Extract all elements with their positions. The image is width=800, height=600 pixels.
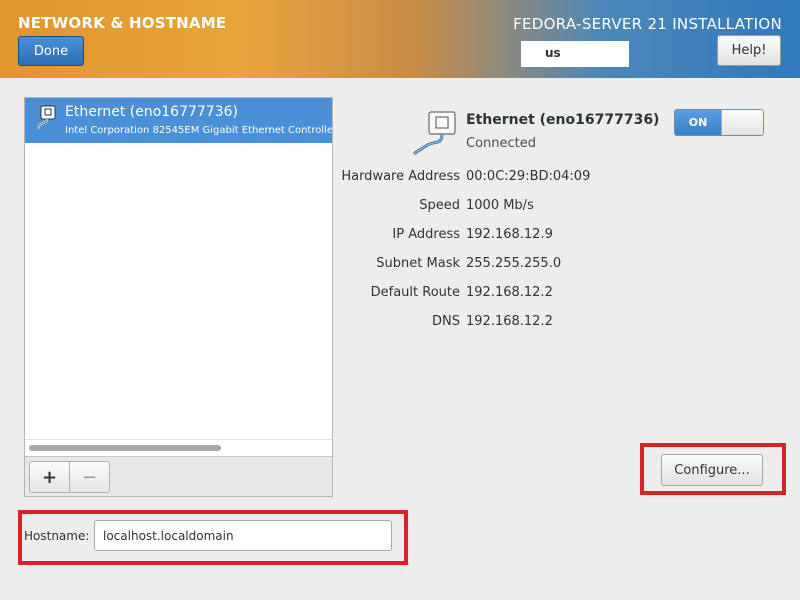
- property-label: IP Address: [392, 227, 460, 242]
- horizontal-scrollbar[interactable]: [25, 439, 332, 456]
- property-value: 192.168.12.9: [466, 227, 553, 242]
- keyboard-layout-label: us: [545, 46, 561, 60]
- property-label: Default Route: [370, 285, 460, 300]
- device-toggle-switch[interactable]: ON: [674, 109, 764, 136]
- device-list-item[interactable]: Ethernet (eno16777736) Intel Corporation…: [25, 98, 332, 143]
- property-label: Subnet Mask: [376, 256, 460, 271]
- property-label: DNS: [432, 314, 460, 329]
- property-label: Hardware Address: [341, 169, 460, 184]
- done-button[interactable]: Done: [18, 36, 84, 66]
- property-value: 00:0C:29:BD:04:09: [466, 169, 591, 184]
- property-row: Default Route 192.168.12.2: [300, 285, 780, 305]
- property-value: 255.255.255.0: [466, 256, 562, 271]
- network-wired-icon: [412, 110, 464, 162]
- toggle-knob: [721, 110, 763, 135]
- device-name-label: Ethernet (eno16777736): [65, 104, 238, 120]
- device-list-toolbar: + −: [25, 456, 332, 496]
- remove-device-button[interactable]: −: [69, 461, 110, 493]
- property-row: Subnet Mask 255.255.255.0: [300, 256, 780, 276]
- property-row: IP Address 192.168.12.9: [300, 227, 780, 247]
- property-value: 1000 Mb/s: [466, 198, 534, 213]
- connection-status: Connected: [466, 136, 537, 151]
- device-description-label: Intel Corporation 82545EM Gigabit Ethern…: [65, 125, 332, 136]
- property-label: Speed: [419, 198, 460, 213]
- add-device-button[interactable]: +: [29, 461, 70, 493]
- property-value: 192.168.12.2: [466, 314, 553, 329]
- toggle-on-label: ON: [675, 110, 721, 135]
- configure-button[interactable]: Configure...: [661, 454, 763, 486]
- property-row: Hardware Address 00:0C:29:BD:04:09: [300, 169, 780, 189]
- help-button[interactable]: Help!: [717, 35, 781, 66]
- device-list-panel: Ethernet (eno16777736) Intel Corporation…: [24, 97, 333, 497]
- network-wired-icon: [35, 104, 59, 136]
- installation-title: FEDORA-SERVER 21 INSTALLATION: [513, 15, 782, 33]
- header-bar: NETWORK & HOSTNAME Done FEDORA-SERVER 21…: [0, 0, 800, 78]
- property-row: Speed 1000 Mb/s: [300, 198, 780, 218]
- keyboard-layout-indicator[interactable]: us: [521, 41, 629, 67]
- detail-device-name: Ethernet (eno16777736): [466, 112, 660, 128]
- page-title: NETWORK & HOSTNAME: [18, 14, 227, 32]
- scrollbar-thumb[interactable]: [29, 445, 221, 451]
- device-list: Ethernet (eno16777736) Intel Corporation…: [25, 98, 332, 456]
- property-value: 192.168.12.2: [466, 285, 553, 300]
- property-row: DNS 192.168.12.2: [300, 314, 780, 334]
- hostname-input[interactable]: [94, 520, 392, 551]
- hostname-label: Hostname:: [24, 529, 90, 543]
